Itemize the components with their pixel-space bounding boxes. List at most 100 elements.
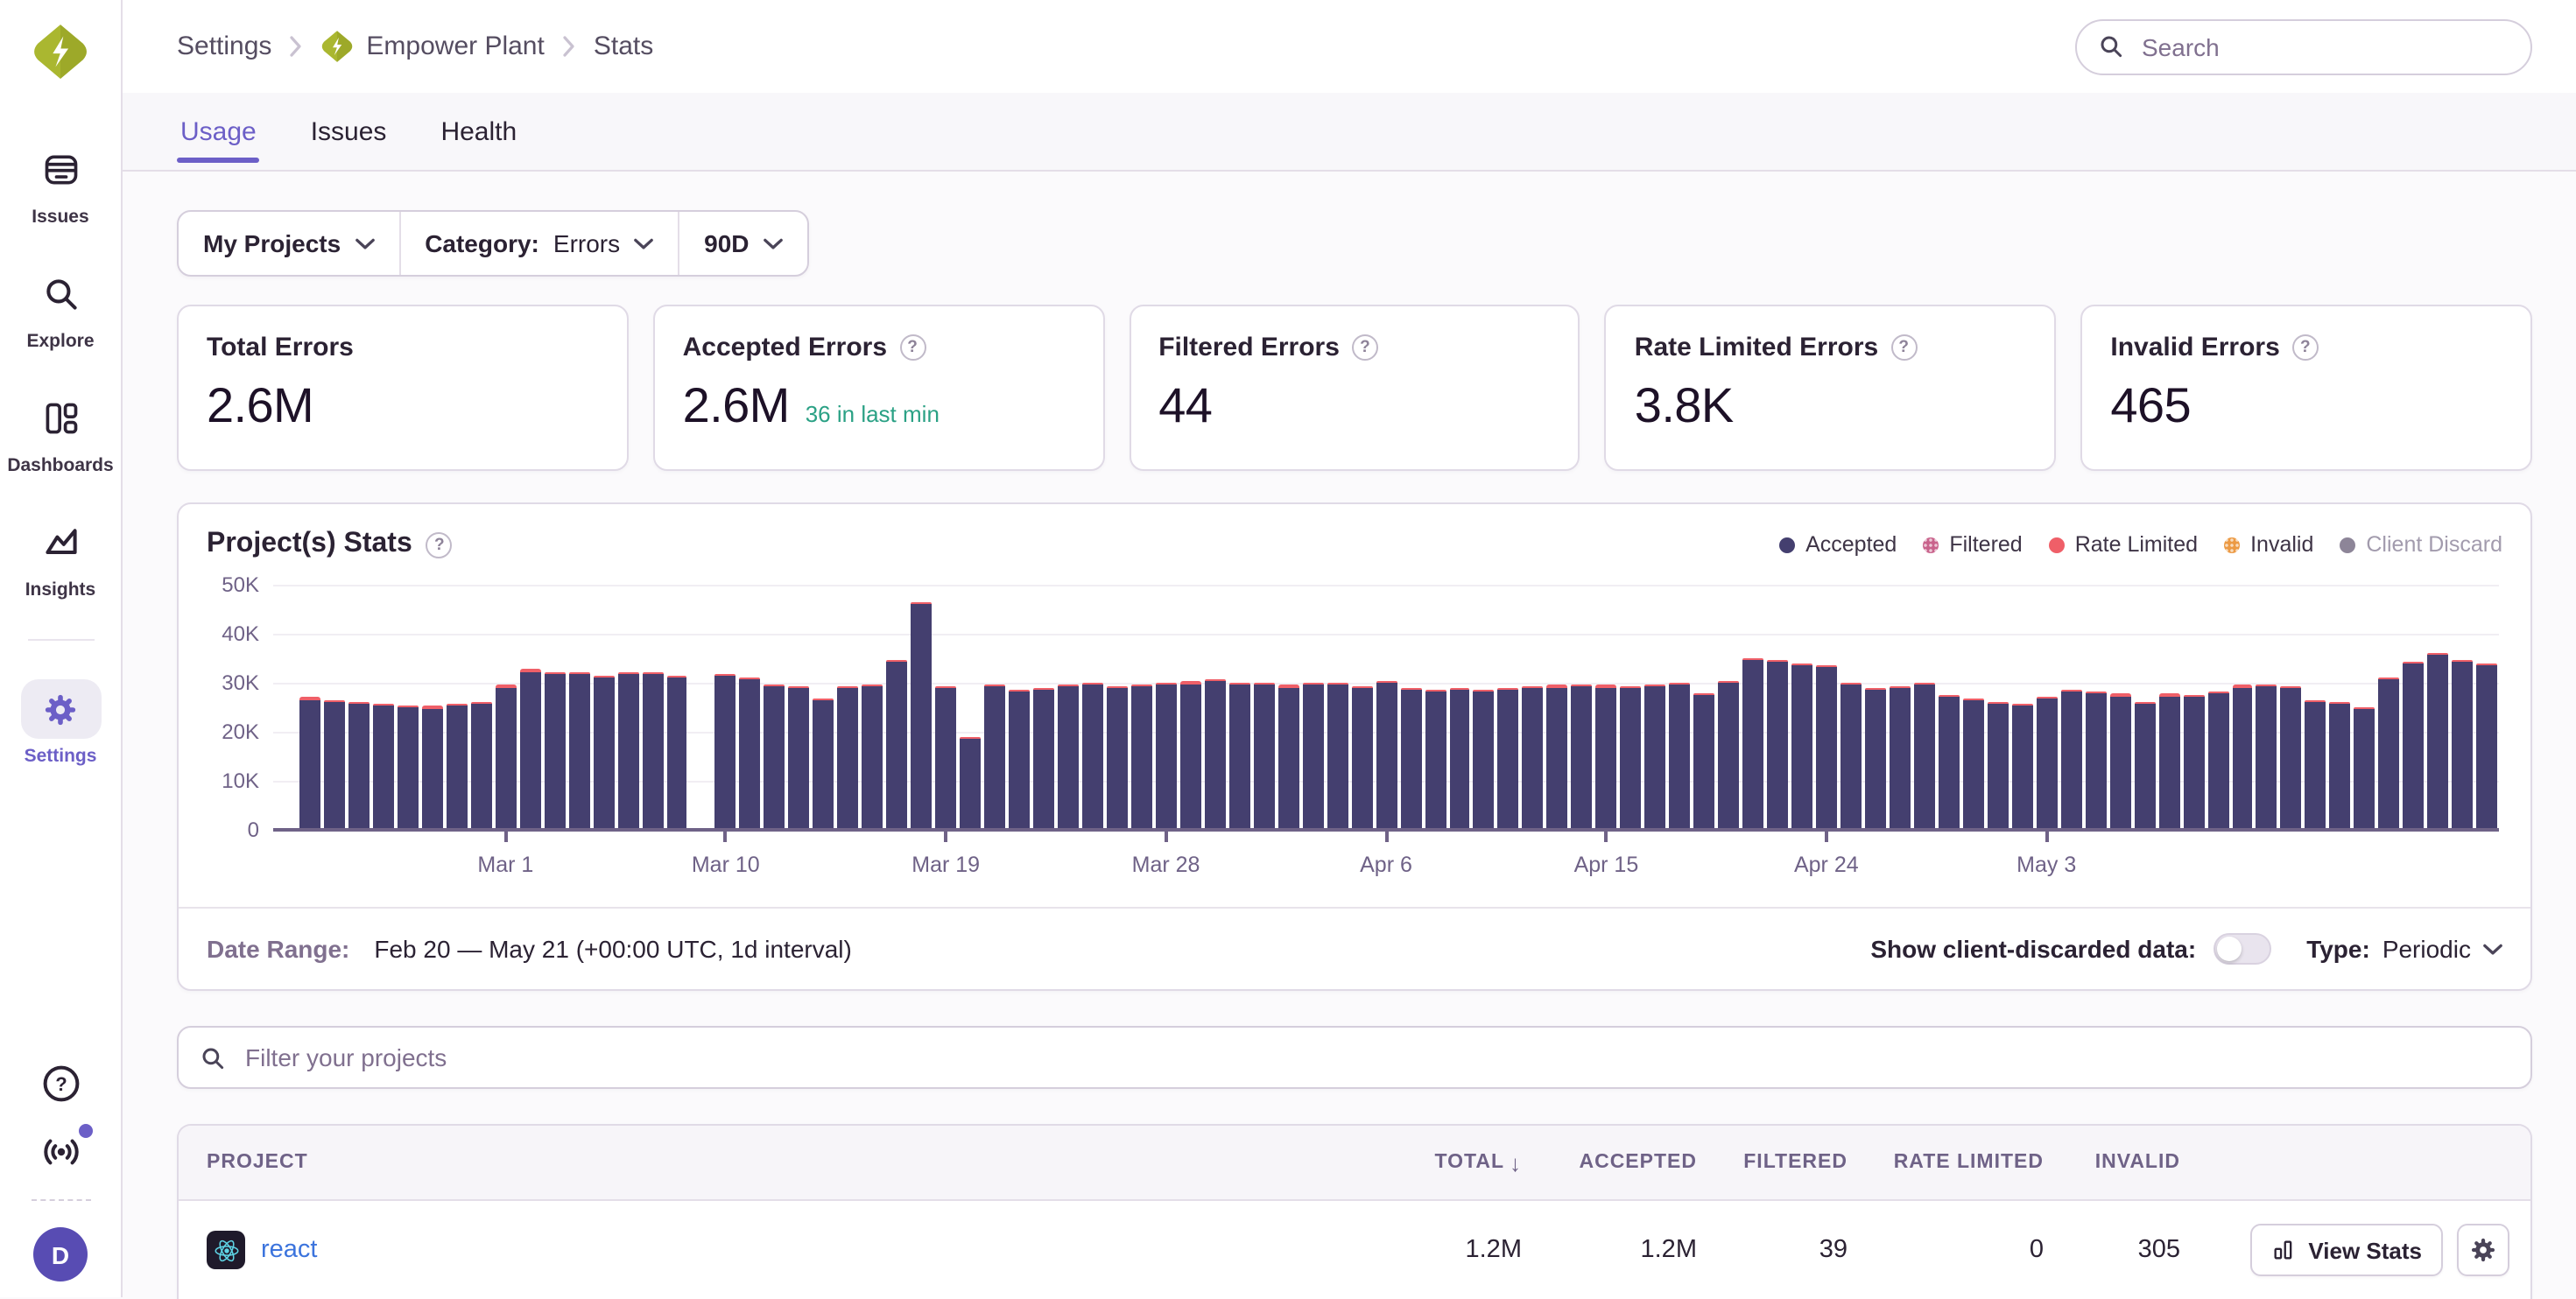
sidebar-item-explore[interactable]: Explore	[20, 264, 101, 352]
chart-bar	[1376, 680, 1397, 830]
chart-bar	[422, 706, 443, 830]
x-axis-label: Apr 15	[1574, 853, 1639, 877]
chart-bar	[2134, 701, 2155, 830]
breadcrumb-stats: Stats	[594, 32, 653, 61]
help-circle-icon[interactable]: ?	[2292, 334, 2319, 361]
chart-bar	[1669, 683, 1690, 830]
sidebar-item-insights[interactable]: Insights	[20, 513, 101, 600]
col-accepted: ACCEPTED	[1536, 1152, 1711, 1173]
chart-bar	[568, 671, 589, 830]
client-discard-toggle[interactable]	[2214, 933, 2271, 965]
help-circle-icon[interactable]: ?	[1352, 334, 1378, 361]
project-link[interactable]: react	[261, 1236, 318, 1264]
chart-bar	[2060, 689, 2081, 830]
chart-bar	[813, 699, 834, 830]
legend-label: Accepted	[1805, 532, 1897, 557]
chart-bar	[299, 698, 320, 830]
chevron-down-icon	[2483, 943, 2502, 955]
help-circle-icon[interactable]: ?	[899, 334, 926, 361]
chart-footer: Date Range: Feb 20 — May 21 (+00:00 UTC,…	[179, 907, 2530, 989]
breadcrumb-org-label: Empower Plant	[366, 32, 544, 61]
chart-bar	[2404, 662, 2425, 830]
tab-health[interactable]: Health	[437, 93, 520, 170]
project-stats-panel: Project(s) Stats ? Accepted Filtered Rate …	[177, 502, 2532, 991]
date-range-label: 90D	[704, 229, 749, 257]
type-label: Type:	[2306, 935, 2370, 963]
chart-y-axis: 010K20K30K40K50K	[196, 585, 273, 830]
main-area: Settings Empower Plant Stats	[123, 0, 2576, 1297]
tab-usage[interactable]: Usage	[177, 93, 260, 170]
type-selector[interactable]: Type: Periodic	[2306, 935, 2502, 963]
issues-icon	[20, 140, 101, 200]
chart-bar	[715, 675, 736, 830]
card-filtered-errors: Filtered Errors? 44	[1129, 305, 1580, 471]
project-filter[interactable]	[177, 1026, 2532, 1089]
legend-item[interactable]: Client Discard	[2340, 532, 2502, 557]
chart-bar	[2183, 694, 2204, 830]
chart-bar	[764, 685, 785, 830]
svg-text:?: ?	[54, 1073, 66, 1095]
chart-bar	[1816, 664, 1837, 830]
legend-item[interactable]: Rate Limited	[2049, 532, 2198, 557]
chart-bar	[1914, 684, 1935, 830]
chart-bar	[495, 685, 516, 830]
date-range-selector[interactable]: 90D	[678, 212, 806, 275]
col-total: TOTAL ↓	[1343, 1149, 1536, 1176]
tab-issues[interactable]: Issues	[307, 93, 391, 170]
breadcrumb-organization[interactable]: Empower Plant	[320, 30, 544, 63]
chart-bar	[1791, 664, 1812, 830]
project-filter-input[interactable]	[242, 1042, 2509, 1073]
chart-bar	[1474, 690, 1495, 830]
breadcrumb-settings[interactable]: Settings	[177, 32, 271, 61]
sort-total[interactable]: TOTAL ↓	[1434, 1149, 1522, 1176]
chart-title: Project(s) Stats	[207, 529, 412, 560]
chart-bar	[935, 687, 956, 830]
sidebar-item-settings[interactable]: Settings	[20, 679, 101, 767]
sidebar-item-label: Issues	[32, 207, 88, 228]
legend-label: Invalid	[2250, 532, 2313, 557]
chart-bar	[1156, 682, 1177, 830]
chart-bar	[984, 685, 1005, 830]
breadcrumb: Settings Empower Plant Stats	[177, 30, 653, 63]
avatar[interactable]: D	[33, 1227, 88, 1281]
sidebar-item-dashboards[interactable]: Dashboards	[7, 389, 113, 476]
chart-legend: Accepted Filtered Rate Limited Invalid Clien…	[1779, 532, 2502, 557]
category-selector[interactable]: Category: Errors	[398, 212, 678, 275]
legend-dot	[2340, 537, 2355, 552]
help-circle-icon[interactable]: ?	[1890, 334, 1917, 361]
project-selector[interactable]: My Projects	[179, 212, 398, 275]
legend-item[interactable]: Invalid	[2224, 532, 2313, 557]
chart-bar	[593, 675, 614, 830]
help-icon[interactable]: ?	[39, 1063, 81, 1105]
project-settings-button[interactable]	[2457, 1224, 2509, 1276]
unread-dot	[78, 1124, 92, 1138]
x-axis-label: Mar 10	[692, 853, 760, 877]
card-title: Filtered Errors	[1158, 333, 1340, 362]
sentry-logo-icon[interactable]	[32, 23, 89, 81]
help-circle-icon[interactable]: ?	[426, 531, 453, 558]
col-total-label: TOTAL	[1434, 1152, 1504, 1173]
view-stats-button[interactable]: View Stats	[2250, 1224, 2443, 1276]
chart-bar	[2281, 686, 2302, 830]
chart-bar	[2354, 707, 2375, 830]
chart-bar	[1180, 682, 1201, 830]
legend-item[interactable]: Accepted	[1779, 532, 1897, 557]
broadcasts-icon[interactable]	[39, 1131, 81, 1173]
legend-item[interactable]: Filtered	[1923, 532, 2022, 557]
chart-bar	[2158, 694, 2179, 830]
global-search[interactable]	[2075, 18, 2532, 74]
col-rate-limited: RATE LIMITED	[1862, 1152, 2058, 1173]
search-input[interactable]	[2138, 31, 2509, 62]
bar-chart-icon	[2271, 1238, 2296, 1262]
card-value: 2.6M	[683, 378, 790, 434]
card-title: Accepted Errors	[683, 333, 887, 362]
card-title: Total Errors	[207, 333, 354, 362]
sidebar-item-issues[interactable]: Issues	[20, 140, 101, 228]
x-axis-label: May 3	[2016, 853, 2076, 877]
chart-bar	[2207, 692, 2228, 830]
y-axis-label: 50K	[222, 572, 259, 597]
chart-bar	[373, 705, 394, 830]
card-value: 3.8K	[1635, 378, 2027, 434]
insights-trend-icon	[20, 513, 101, 572]
card-title: Invalid Errors	[2110, 333, 2279, 362]
